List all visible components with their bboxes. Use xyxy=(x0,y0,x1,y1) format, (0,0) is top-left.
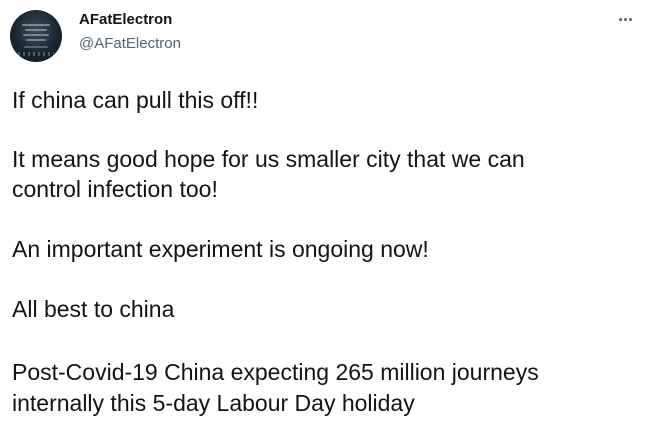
tweet-text-line: control infection too! xyxy=(12,176,218,202)
more-dot xyxy=(629,18,632,21)
tweet-text-line: An important experiment is ongoing now! xyxy=(12,236,429,262)
tweet-text-line: Post-Covid-19 China expecting 265 millio… xyxy=(12,359,539,385)
avatar[interactable] xyxy=(10,10,62,62)
tweet-text-line: internally this 5-day Labour Day holiday xyxy=(12,390,415,416)
avatar-art-line xyxy=(24,46,48,48)
tweet-text-line: If china can pull this off!! xyxy=(12,87,259,113)
tweet-card: AFatElectron @AFatElectron If china can … xyxy=(0,0,654,424)
tweet-text-line: All best to china xyxy=(12,296,175,322)
author-handle[interactable]: @AFatElectron xyxy=(79,35,181,52)
more-options-icon[interactable] xyxy=(612,8,640,30)
author-display-name[interactable]: AFatElectron xyxy=(79,11,172,28)
tweet-text-line: It means good hope for us smaller city t… xyxy=(12,146,525,172)
avatar-art-line xyxy=(26,39,46,41)
more-dot xyxy=(619,18,622,21)
avatar-art-line xyxy=(25,29,47,31)
avatar-art-line xyxy=(23,34,49,36)
avatar-art-line xyxy=(22,24,50,26)
avatar-art-dots xyxy=(18,52,54,56)
more-dot xyxy=(624,18,627,21)
